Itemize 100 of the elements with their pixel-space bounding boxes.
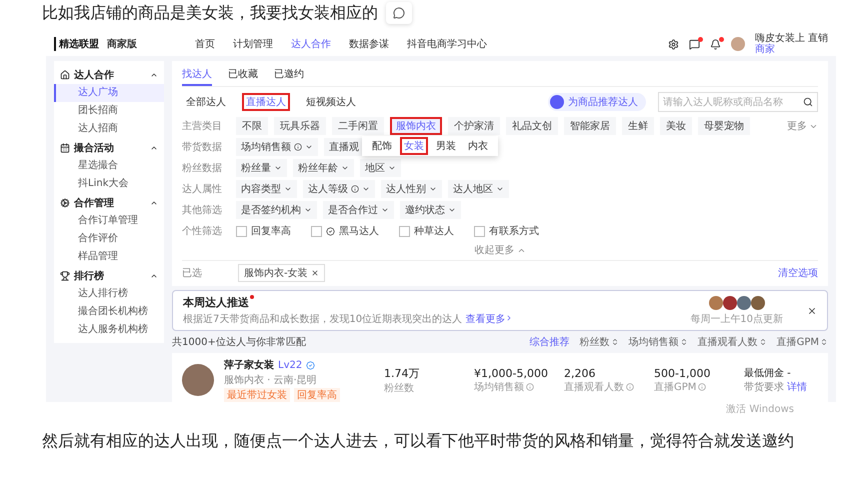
category-chip[interactable]: 个护家清 <box>448 117 500 135</box>
nav-link[interactable]: 首页 <box>195 37 215 51</box>
chevron-down-icon <box>362 185 370 193</box>
filter-dropdown[interactable]: 场均销售额 <box>236 138 318 156</box>
user-name: 嗨皮女装上 直销 <box>754 33 828 44</box>
sidebar-item[interactable]: 达人排行榜 <box>54 285 164 303</box>
sidebar-group[interactable]: 排行榜 <box>54 266 164 285</box>
filter-dropdown[interactable]: 内容类型 <box>236 180 297 198</box>
sort-icon <box>680 338 688 346</box>
category-chip[interactable]: 美妆 <box>660 117 692 135</box>
filter-label: 个性筛选 <box>182 224 223 238</box>
tab[interactable]: 找达人 <box>182 64 212 86</box>
filter-dropdown[interactable]: 邀约状态 <box>400 201 461 219</box>
category-chip[interactable]: 二手闲置 <box>332 117 384 135</box>
sort-option[interactable]: 直播GPM <box>776 335 828 349</box>
filter-checkbox[interactable]: 种草达人 <box>399 224 454 238</box>
sort-option[interactable]: 综合推荐 <box>530 335 570 349</box>
gear-icon <box>60 198 70 208</box>
subcategory-option[interactable]: 女装 <box>400 137 428 155</box>
stat-value: ¥1,000-5,000 <box>474 366 549 380</box>
category-chip[interactable]: 智能家居 <box>564 117 616 135</box>
filter-dropdown[interactable]: 达人性别 <box>381 180 442 198</box>
chevron-down-icon <box>388 164 396 172</box>
sidebar-group[interactable]: 合作管理 <box>54 193 164 212</box>
sidebar-item[interactable]: 样品管理 <box>54 248 164 266</box>
settings-icon[interactable] <box>668 38 679 50</box>
stat-label: 直播观看人数 <box>564 380 644 394</box>
sidebar-item[interactable]: 撮合团长机构榜 <box>54 303 164 321</box>
close-icon[interactable] <box>807 306 817 316</box>
bell-icon[interactable] <box>710 38 721 50</box>
more-link[interactable]: 更多 <box>787 119 818 133</box>
nav-link[interactable]: 数据参谋 <box>349 37 389 51</box>
category-chip[interactable]: 生鲜 <box>622 117 654 135</box>
chevron-down-icon <box>429 185 437 193</box>
verified-icon <box>306 360 316 370</box>
sidebar-item[interactable]: 合作评价 <box>54 230 164 248</box>
subcategory-option[interactable]: 内衣 <box>464 137 492 155</box>
edition-label: 商家版 <box>107 37 137 51</box>
filter-label: 带货数据 <box>182 140 223 154</box>
clear-link[interactable]: 清空选项 <box>778 266 818 280</box>
selected-tag: 服饰内衣-女装 <box>238 264 325 282</box>
sidebar-item[interactable]: 合作订单管理 <box>54 212 164 230</box>
filter-dropdown[interactable]: 粉丝量 <box>236 159 287 177</box>
subcategory-option[interactable]: 男装 <box>432 137 460 155</box>
tab[interactable]: 已收藏 <box>228 64 258 86</box>
subtab[interactable]: 短视频达人 <box>302 93 360 111</box>
stat-value: 2,206 <box>564 366 596 380</box>
filter-dropdown[interactable]: 是否合作过 <box>323 201 394 219</box>
filter-checkbox[interactable]: 有联系方式 <box>474 224 539 238</box>
creator-card[interactable]: 萍子家女装 Lv22 服饰内衣 · 云南·昆明 最近带过女装 回复率高 1.74万 粉丝数 ¥1,000-5,000 场均销售额 2,206 直播观看人数 500-1,000 直播GPM 最低佣金 - 带货要求 详情 <box>172 353 828 402</box>
detail-link[interactable]: 详情 <box>787 382 808 393</box>
more-link[interactable]: 查看更多 <box>465 314 506 325</box>
user-role: 商家 <box>754 44 776 55</box>
logo-icon <box>550 95 564 109</box>
close-icon[interactable] <box>310 269 319 277</box>
category-chip[interactable]: 礼品文创 <box>506 117 558 135</box>
nav-link[interactable]: 计划管理 <box>233 37 273 51</box>
subtab[interactable]: 全部达人 <box>182 93 230 111</box>
calendar-icon <box>60 142 70 152</box>
filter-dropdown[interactable]: 地区 <box>360 159 401 177</box>
sidebar-item[interactable]: 团长招商 <box>54 102 164 120</box>
badge-icon <box>326 226 335 236</box>
requirement-text: 带货要求 详情 <box>744 380 808 394</box>
category-chip[interactable]: 玩具乐器 <box>274 117 326 135</box>
stat-label: 直播GPM <box>654 380 734 394</box>
collapse-link[interactable]: 收起更多 <box>474 243 526 257</box>
sort-option[interactable]: 场均销售额 <box>628 335 688 349</box>
filter-checkbox[interactable]: 黑马达人 <box>311 224 379 238</box>
sort-icon <box>820 338 828 346</box>
card-text: 根据近7天带货商品和成长数据，发现10位近期表现突出的达人 查看更多 <box>183 312 690 326</box>
sidebar-item[interactable]: 抖Link大会 <box>54 175 164 193</box>
sidebar-group[interactable]: 达人合作 <box>54 65 164 84</box>
tab[interactable]: 已邀约 <box>274 64 304 86</box>
filter-label: 达人属性 <box>182 182 223 196</box>
sidebar-item[interactable]: 达人服务机构榜 <box>54 321 164 339</box>
info-icon <box>626 382 634 390</box>
chevron-down-icon <box>274 164 282 172</box>
sidebar-item[interactable]: 达人招商 <box>54 120 164 138</box>
home-icon <box>60 70 70 80</box>
filter-checkbox[interactable]: 回复率高 <box>236 224 291 238</box>
chevron-down-icon <box>341 164 349 172</box>
sidebar-item[interactable]: 达人广场 <box>54 84 164 102</box>
filter-dropdown[interactable]: 达人地区 <box>448 180 509 198</box>
category-chip[interactable]: 不限 <box>236 117 268 135</box>
category-chip[interactable]: 母婴宠物 <box>698 117 750 135</box>
sort-option[interactable]: 粉丝数 <box>580 335 619 349</box>
recommend-button[interactable]: 为商品推荐达人 <box>548 93 646 111</box>
filter-label: 主营类目 <box>182 120 223 133</box>
sort-option[interactable]: 直播观看人数 <box>698 335 767 349</box>
subtab[interactable]: 直播达人 <box>242 93 290 111</box>
result-count: 共1000+位达人与你非常匹配 <box>172 336 307 349</box>
filter-dropdown[interactable]: 是否签约机构 <box>236 201 317 219</box>
nav-link[interactable]: 抖音电商学习中心 <box>407 37 487 51</box>
filter-dropdown[interactable]: 粉丝年龄 <box>293 159 354 177</box>
sidebar-item[interactable]: 星选撮合 <box>54 157 164 175</box>
filter-dropdown[interactable]: 达人等级 <box>303 180 375 198</box>
commission-text: 最低佣金 - <box>744 367 792 380</box>
sidebar-group[interactable]: 撮合活动 <box>54 138 164 157</box>
nav-link[interactable]: 达人合作 <box>291 37 331 51</box>
message-icon[interactable] <box>688 38 700 50</box>
